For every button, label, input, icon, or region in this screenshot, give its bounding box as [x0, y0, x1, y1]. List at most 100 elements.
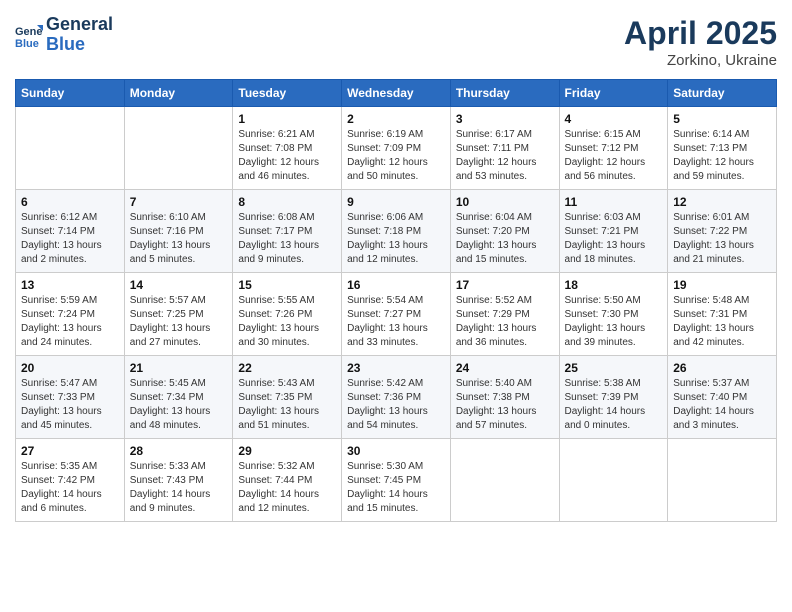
header-row: SundayMondayTuesdayWednesdayThursdayFrid… — [16, 80, 777, 107]
day-number: 24 — [456, 361, 554, 375]
calendar-cell: 18 Sunrise: 5:50 AM Sunset: 7:30 PM Dayli… — [559, 273, 668, 356]
day-detail: Sunrise: 5:59 AM Sunset: 7:24 PM Dayligh… — [21, 294, 119, 350]
day-number: 3 — [456, 112, 554, 126]
day-number: 2 — [347, 112, 445, 126]
calendar-cell: 25 Sunrise: 5:38 AM Sunset: 7:39 PM Dayli… — [559, 356, 668, 439]
day-number: 9 — [347, 195, 445, 209]
weekday-header: Thursday — [450, 80, 559, 107]
day-detail: Sunrise: 6:12 AM Sunset: 7:14 PM Dayligh… — [21, 211, 119, 267]
calendar-cell — [450, 439, 559, 522]
day-detail: Sunrise: 5:40 AM Sunset: 7:38 PM Dayligh… — [456, 377, 554, 433]
weekday-header: Monday — [124, 80, 233, 107]
day-number: 30 — [347, 444, 445, 458]
day-detail: Sunrise: 5:37 AM Sunset: 7:40 PM Dayligh… — [673, 377, 771, 433]
logo: General Blue General Blue — [15, 15, 113, 55]
calendar-cell: 24 Sunrise: 5:40 AM Sunset: 7:38 PM Dayli… — [450, 356, 559, 439]
calendar-cell — [16, 107, 125, 190]
day-detail: Sunrise: 5:43 AM Sunset: 7:35 PM Dayligh… — [238, 377, 336, 433]
calendar-cell: 27Sunrise: 5:35 AM Sunset: 7:42 PM Dayli… — [16, 439, 125, 522]
calendar-cell: 26 Sunrise: 5:37 AM Sunset: 7:40 PM Dayli… — [668, 356, 777, 439]
calendar-cell: 2 Sunrise: 6:19 AM Sunset: 7:09 PM Daylig… — [342, 107, 451, 190]
day-number: 14 — [130, 278, 228, 292]
weekday-header: Saturday — [668, 80, 777, 107]
day-number: 4 — [565, 112, 663, 126]
day-number: 5 — [673, 112, 771, 126]
day-detail: Sunrise: 5:33 AM Sunset: 7:43 PM Dayligh… — [130, 460, 228, 516]
calendar-cell: 23Sunrise: 5:42 AM Sunset: 7:36 PM Dayli… — [342, 356, 451, 439]
svg-text:General: General — [15, 26, 43, 38]
calendar-cell: 15 Sunrise: 5:55 AM Sunset: 7:26 PM Dayli… — [233, 273, 342, 356]
page-header: General Blue General Blue April 2025 Zor… — [15, 15, 777, 69]
calendar-cell: 11 Sunrise: 6:03 AM Sunset: 7:21 PM Dayli… — [559, 190, 668, 273]
day-detail: Sunrise: 5:47 AM Sunset: 7:33 PM Dayligh… — [21, 377, 119, 433]
calendar-week-row: 20 Sunrise: 5:47 AM Sunset: 7:33 PM Dayli… — [16, 356, 777, 439]
day-detail: Sunrise: 5:30 AM Sunset: 7:45 PM Dayligh… — [347, 460, 445, 516]
calendar-cell — [559, 439, 668, 522]
weekday-header: Wednesday — [342, 80, 451, 107]
day-detail: Sunrise: 6:04 AM Sunset: 7:20 PM Dayligh… — [456, 211, 554, 267]
day-number: 18 — [565, 278, 663, 292]
calendar-week-row: 13Sunrise: 5:59 AM Sunset: 7:24 PM Dayli… — [16, 273, 777, 356]
day-detail: Sunrise: 6:03 AM Sunset: 7:21 PM Dayligh… — [565, 211, 663, 267]
day-detail: Sunrise: 5:50 AM Sunset: 7:30 PM Dayligh… — [565, 294, 663, 350]
day-number: 26 — [673, 361, 771, 375]
weekday-header: Tuesday — [233, 80, 342, 107]
day-detail: Sunrise: 6:21 AM Sunset: 7:08 PM Dayligh… — [238, 128, 336, 184]
day-number: 10 — [456, 195, 554, 209]
calendar-cell: 9Sunrise: 6:06 AM Sunset: 7:18 PM Daylig… — [342, 190, 451, 273]
day-number: 25 — [565, 361, 663, 375]
calendar-cell: 12Sunrise: 6:01 AM Sunset: 7:22 PM Dayli… — [668, 190, 777, 273]
day-detail: Sunrise: 5:32 AM Sunset: 7:44 PM Dayligh… — [238, 460, 336, 516]
day-number: 1 — [238, 112, 336, 126]
calendar-table: SundayMondayTuesdayWednesdayThursdayFrid… — [15, 79, 777, 522]
calendar-cell: 6Sunrise: 6:12 AM Sunset: 7:14 PM Daylig… — [16, 190, 125, 273]
day-detail: Sunrise: 5:57 AM Sunset: 7:25 PM Dayligh… — [130, 294, 228, 350]
day-number: 27 — [21, 444, 119, 458]
day-number: 21 — [130, 361, 228, 375]
calendar-cell: 19 Sunrise: 5:48 AM Sunset: 7:31 PM Dayli… — [668, 273, 777, 356]
calendar-week-row: 1 Sunrise: 6:21 AM Sunset: 7:08 PM Daylig… — [16, 107, 777, 190]
day-detail: Sunrise: 6:08 AM Sunset: 7:17 PM Dayligh… — [238, 211, 336, 267]
day-number: 19 — [673, 278, 771, 292]
svg-text:Blue: Blue — [15, 38, 39, 49]
day-number: 22 — [238, 361, 336, 375]
day-detail: Sunrise: 6:17 AM Sunset: 7:11 PM Dayligh… — [456, 128, 554, 184]
calendar-cell: 7Sunrise: 6:10 AM Sunset: 7:16 PM Daylig… — [124, 190, 233, 273]
calendar-cell: 17Sunrise: 5:52 AM Sunset: 7:29 PM Dayli… — [450, 273, 559, 356]
day-number: 8 — [238, 195, 336, 209]
day-number: 23 — [347, 361, 445, 375]
calendar-body: 1 Sunrise: 6:21 AM Sunset: 7:08 PM Daylig… — [16, 107, 777, 522]
calendar-cell: 21 Sunrise: 5:45 AM Sunset: 7:34 PM Dayli… — [124, 356, 233, 439]
calendar-cell: 5 Sunrise: 6:14 AM Sunset: 7:13 PM Daylig… — [668, 107, 777, 190]
day-number: 7 — [130, 195, 228, 209]
day-detail: Sunrise: 5:38 AM Sunset: 7:39 PM Dayligh… — [565, 377, 663, 433]
location: Zorkino, Ukraine — [624, 52, 777, 69]
day-detail: Sunrise: 5:45 AM Sunset: 7:34 PM Dayligh… — [130, 377, 228, 433]
calendar-cell: 1 Sunrise: 6:21 AM Sunset: 7:08 PM Daylig… — [233, 107, 342, 190]
calendar-cell: 14 Sunrise: 5:57 AM Sunset: 7:25 PM Dayli… — [124, 273, 233, 356]
calendar-cell: 3 Sunrise: 6:17 AM Sunset: 7:11 PM Daylig… — [450, 107, 559, 190]
day-number: 11 — [565, 195, 663, 209]
calendar-cell: 8 Sunrise: 6:08 AM Sunset: 7:17 PM Daylig… — [233, 190, 342, 273]
day-detail: Sunrise: 5:48 AM Sunset: 7:31 PM Dayligh… — [673, 294, 771, 350]
calendar-week-row: 6Sunrise: 6:12 AM Sunset: 7:14 PM Daylig… — [16, 190, 777, 273]
calendar-cell: 22 Sunrise: 5:43 AM Sunset: 7:35 PM Dayli… — [233, 356, 342, 439]
calendar-cell: 10 Sunrise: 6:04 AM Sunset: 7:20 PM Dayli… — [450, 190, 559, 273]
day-number: 16 — [347, 278, 445, 292]
day-detail: Sunrise: 6:14 AM Sunset: 7:13 PM Dayligh… — [673, 128, 771, 184]
logo-icon: General Blue — [15, 21, 43, 49]
calendar-cell: 4Sunrise: 6:15 AM Sunset: 7:12 PM Daylig… — [559, 107, 668, 190]
day-number: 29 — [238, 444, 336, 458]
day-number: 17 — [456, 278, 554, 292]
day-detail: Sunrise: 5:55 AM Sunset: 7:26 PM Dayligh… — [238, 294, 336, 350]
day-number: 12 — [673, 195, 771, 209]
day-number: 20 — [21, 361, 119, 375]
calendar-cell — [124, 107, 233, 190]
calendar-cell: 16 Sunrise: 5:54 AM Sunset: 7:27 PM Dayli… — [342, 273, 451, 356]
day-detail: Sunrise: 6:19 AM Sunset: 7:09 PM Dayligh… — [347, 128, 445, 184]
day-detail: Sunrise: 5:54 AM Sunset: 7:27 PM Dayligh… — [347, 294, 445, 350]
day-number: 15 — [238, 278, 336, 292]
calendar-cell: 29 Sunrise: 5:32 AM Sunset: 7:44 PM Dayli… — [233, 439, 342, 522]
month-title: April 2025 — [624, 15, 777, 52]
weekday-header: Sunday — [16, 80, 125, 107]
